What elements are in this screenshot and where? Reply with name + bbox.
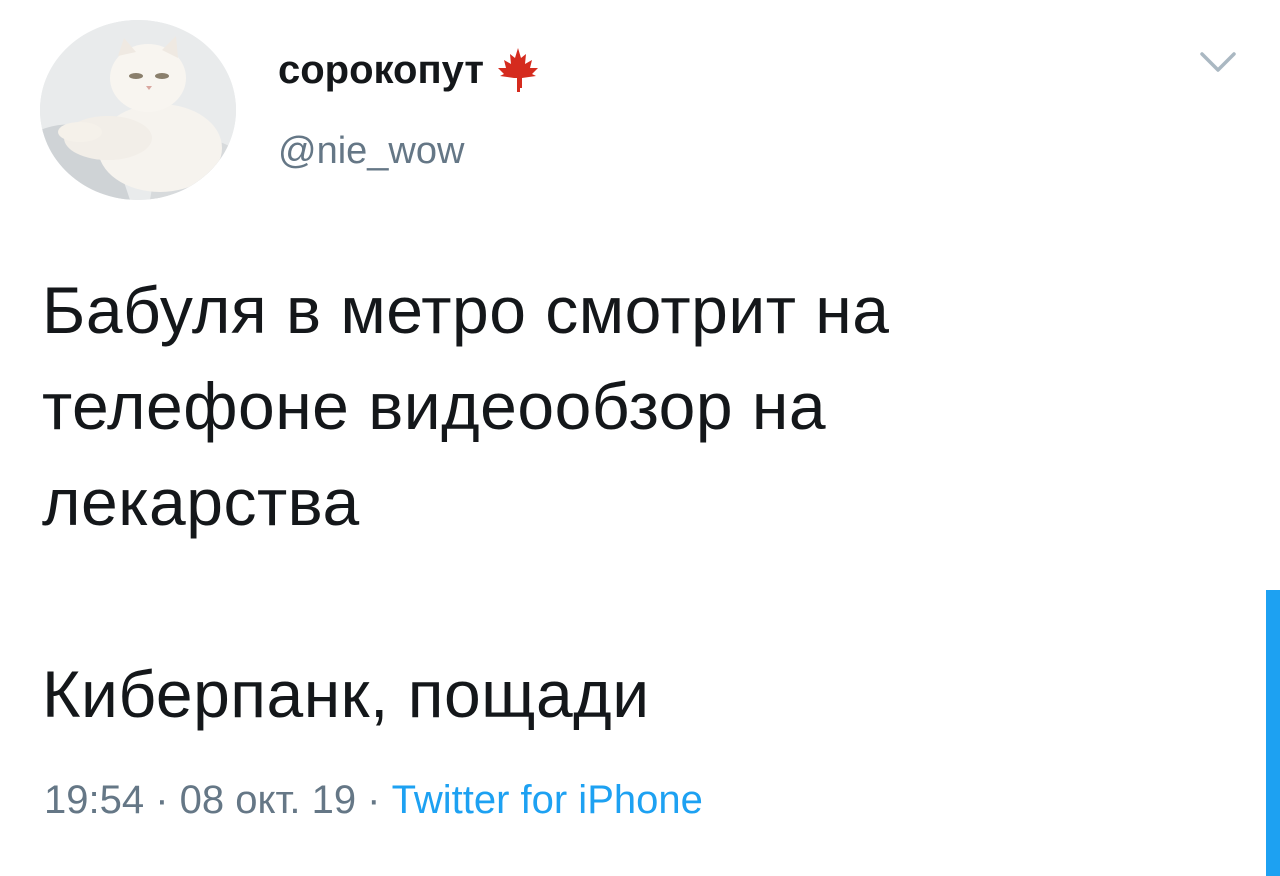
tweet-text: Бабуля в метро смотрит на телефоне видео…	[42, 262, 1162, 742]
chevron-down-icon[interactable]	[1198, 48, 1238, 76]
tweet-text-line: Киберпанк, пощади	[42, 657, 650, 731]
tweet-date[interactable]: 08 окт. 19	[180, 778, 356, 822]
display-name-text: сорокопут	[278, 48, 484, 92]
meta-separator: ·	[356, 778, 392, 822]
tweet-text-line: телефоне видеообзор на	[42, 369, 827, 443]
author-handle[interactable]: @nie_wow	[278, 128, 464, 174]
tweet-text-line: лекарства	[42, 465, 360, 539]
tweet-text-line: Бабуля в метро смотрит на	[42, 273, 890, 347]
cat-avatar-icon	[40, 20, 236, 200]
display-name[interactable]: сорокопут	[278, 46, 550, 94]
meta-separator: ·	[144, 778, 180, 822]
tweet-time[interactable]: 19:54	[44, 778, 144, 822]
avatar[interactable]	[40, 20, 236, 200]
tweet-meta: 19:54 · 08 окт. 19 · Twitter for iPhone	[44, 772, 703, 828]
tweet-source-link[interactable]: Twitter for iPhone	[392, 778, 703, 822]
scroll-indicator[interactable]	[1266, 590, 1280, 876]
maple-leaf-icon	[486, 46, 550, 94]
